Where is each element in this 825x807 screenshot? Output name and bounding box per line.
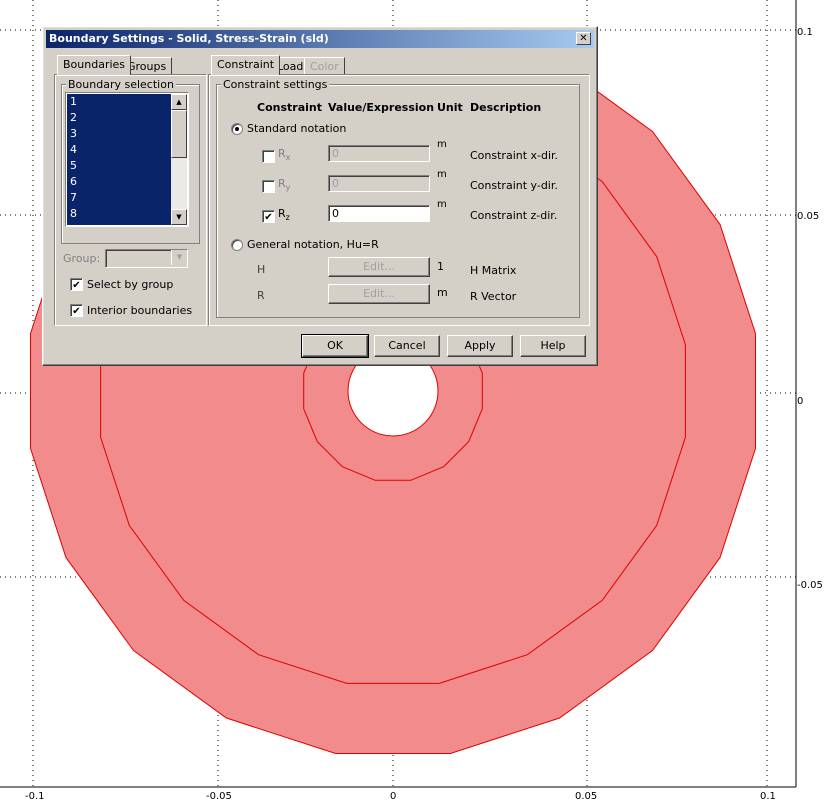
r-vector-edit-button: Edit... bbox=[328, 284, 430, 304]
select-by-group-checkbox[interactable] bbox=[70, 278, 83, 291]
interior-boundaries-label: Interior boundaries bbox=[87, 304, 193, 317]
rz-value-input[interactable]: 0 bbox=[328, 205, 430, 222]
tab-constraint[interactable]: Constraint bbox=[211, 55, 281, 75]
rx-value-input: 0 bbox=[328, 145, 430, 162]
ry-description: Constraint y-dir. bbox=[470, 179, 558, 192]
r-description: R Vector bbox=[470, 290, 517, 303]
boundary-list-items[interactable]: 1 2 3 4 5 6 7 8 9 bbox=[67, 94, 172, 226]
boundary-listbox[interactable]: 1 2 3 4 5 6 7 8 9 ▲ ▼ bbox=[65, 92, 189, 227]
general-notation-label: General notation, Hu=R bbox=[247, 238, 379, 251]
tab-boundaries[interactable]: Boundaries bbox=[57, 55, 132, 75]
constraint-panel: Constraint settings Constraint Value/Exp… bbox=[208, 74, 590, 326]
rx-unit: m bbox=[437, 139, 447, 150]
standard-notation-label: Standard notation bbox=[247, 122, 347, 135]
boundary-selection-group: Boundary selection 1 2 3 4 5 6 7 8 9 ▲ bbox=[61, 78, 200, 244]
x-tick-label: -0.05 bbox=[206, 791, 232, 802]
list-scrollbar[interactable]: ▲ ▼ bbox=[171, 94, 187, 225]
select-by-group-label: Select by group bbox=[87, 278, 174, 291]
boundaries-panel: Boundary selection 1 2 3 4 5 6 7 8 9 ▲ bbox=[54, 74, 207, 326]
left-tab-group: Boundaries Groups Boundary selection 1 2… bbox=[54, 55, 207, 326]
y-tick-label: -0.05 bbox=[797, 580, 823, 591]
x-tick-label: 0 bbox=[390, 791, 397, 802]
rz-label: Rz bbox=[278, 207, 290, 222]
header-constraint: Constraint bbox=[257, 101, 322, 114]
r-unit: m bbox=[437, 286, 448, 299]
scroll-down-icon[interactable]: ▼ bbox=[171, 209, 187, 225]
group-select[interactable]: ▼ bbox=[105, 249, 188, 268]
list-item[interactable]: 5 bbox=[67, 158, 172, 174]
list-item[interactable]: 7 bbox=[67, 190, 172, 206]
y-tick-label: 0 bbox=[797, 396, 804, 407]
header-value: Value/Expression bbox=[328, 101, 435, 114]
scroll-up-icon[interactable]: ▲ bbox=[171, 94, 187, 110]
dialog-title: Boundary Settings - Solid, Stress-Strain… bbox=[49, 32, 329, 45]
ry-unit: m bbox=[437, 169, 447, 180]
list-item[interactable]: 2 bbox=[67, 110, 172, 126]
r-label: R bbox=[257, 289, 265, 302]
dialog-titlebar[interactable]: Boundary Settings - Solid, Stress-Strain… bbox=[46, 30, 594, 48]
h-label: H bbox=[257, 263, 266, 276]
list-item[interactable]: 1 bbox=[67, 94, 172, 110]
constraint-settings-group: Constraint settings Constraint Value/Exp… bbox=[216, 78, 580, 318]
standard-notation-radio[interactable] bbox=[231, 123, 243, 135]
interior-boundaries-checkbox[interactable] bbox=[70, 304, 83, 317]
h-unit: 1 bbox=[437, 260, 444, 273]
boundary-selection-label: Boundary selection bbox=[66, 78, 176, 91]
rx-description: Constraint x-dir. bbox=[470, 149, 559, 162]
list-item[interactable]: 3 bbox=[67, 126, 172, 142]
ry-label: Ry bbox=[278, 177, 291, 192]
ok-button[interactable]: OK bbox=[301, 334, 369, 358]
y-tick-label: 0.1 bbox=[797, 27, 813, 38]
header-unit: Unit bbox=[437, 101, 463, 114]
apply-button[interactable]: Apply bbox=[447, 335, 513, 357]
y-tick-label: 0.05 bbox=[797, 211, 820, 222]
boundary-settings-dialog[interactable]: Boundary Settings - Solid, Stress-Strain… bbox=[42, 26, 598, 366]
constraint-settings-label: Constraint settings bbox=[221, 78, 330, 91]
close-icon[interactable]: ✕ bbox=[576, 32, 591, 45]
rz-checkbox[interactable] bbox=[262, 210, 275, 223]
ry-checkbox[interactable] bbox=[262, 180, 275, 193]
chevron-down-icon[interactable]: ▼ bbox=[171, 250, 187, 265]
rz-description: Constraint z-dir. bbox=[470, 209, 558, 222]
list-item[interactable]: 9 bbox=[67, 222, 172, 226]
cancel-button[interactable]: Cancel bbox=[374, 335, 440, 357]
h-matrix-edit-button: Edit... bbox=[328, 257, 430, 277]
rz-unit: m bbox=[437, 199, 447, 210]
help-button[interactable]: Help bbox=[520, 335, 586, 357]
x-tick-label: 0.05 bbox=[575, 791, 598, 802]
tab-color: Color bbox=[304, 57, 345, 75]
group-label: Group: bbox=[63, 252, 101, 265]
x-tick-label: -0.1 bbox=[25, 791, 45, 802]
scroll-thumb[interactable] bbox=[171, 110, 187, 158]
rx-checkbox[interactable] bbox=[262, 150, 275, 163]
x-tick-label: 0.1 bbox=[760, 791, 776, 802]
list-item[interactable]: 4 bbox=[67, 142, 172, 158]
list-item[interactable]: 8 bbox=[67, 206, 172, 222]
list-item[interactable]: 6 bbox=[67, 174, 172, 190]
right-tab-group: Constraint Load Color Constraint setting… bbox=[208, 55, 590, 326]
header-description: Description bbox=[470, 101, 542, 114]
general-notation-radio[interactable] bbox=[231, 239, 243, 251]
ry-value-input: 0 bbox=[328, 175, 430, 192]
rx-label: Rx bbox=[278, 147, 291, 162]
h-description: H Matrix bbox=[470, 264, 517, 277]
